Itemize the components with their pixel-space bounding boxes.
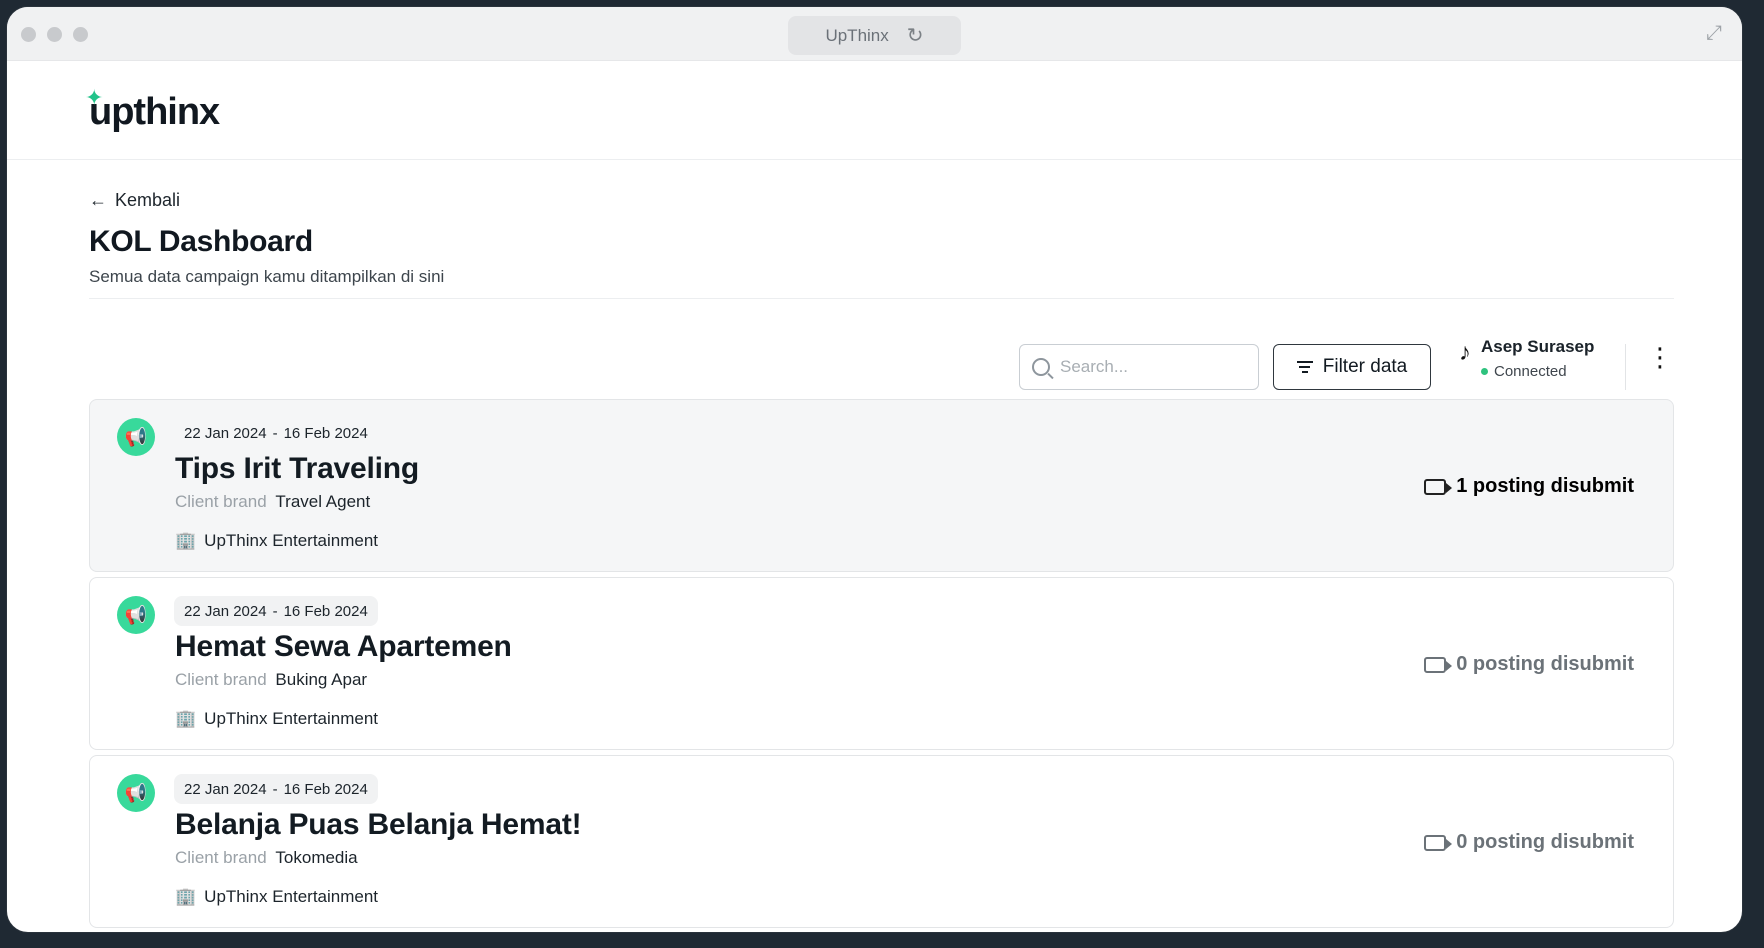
- zoom-window-button[interactable]: [73, 27, 88, 42]
- posting-count: 0 posting disubmit: [1424, 831, 1634, 854]
- sparkle-icon: ✦: [85, 85, 103, 110]
- filter-icon: [1296, 361, 1313, 373]
- browser-window: UpThinx ↻ ⤢ ✦ upthinx ← Kembali KOL Dash…: [6, 6, 1743, 933]
- filter-data-button[interactable]: Filter data: [1273, 344, 1431, 390]
- megaphone-icon: 📢: [117, 418, 155, 456]
- main-content: ← Kembali KOL Dashboard Semua data campa…: [89, 162, 1674, 932]
- agency-building-icon: 🏢: [175, 531, 197, 550]
- back-label: Kembali: [115, 190, 181, 210]
- search-icon: [1032, 358, 1050, 376]
- page-subtitle: Semua data campaign kamu ditampilkan di …: [89, 267, 445, 286]
- campaign-card[interactable]: 📢 22 Jan 2024 - 16 Feb 2024 Belanja Puas…: [89, 755, 1674, 928]
- posting-count-label: 0 posting disubmit: [1456, 653, 1634, 675]
- filter-label: Filter data: [1322, 356, 1408, 377]
- address-bar[interactable]: UpThinx ↻: [788, 16, 961, 55]
- start-date: 22 Jan 2024: [184, 602, 267, 620]
- client-brand-label: Client brand: [175, 670, 267, 689]
- client-brand-value: Tokomedia: [275, 848, 358, 867]
- account-name: Asep Surasep: [1481, 337, 1595, 356]
- client-brand: Client brand Tokomedia: [175, 848, 358, 868]
- agency: 🏢 UpThinx Entertainment: [175, 531, 378, 551]
- logo-text: upthinx: [89, 91, 220, 133]
- campaign-list: 📢 22 Jan 2024 - 16 Feb 2024 Tips Irit Tr…: [89, 399, 1674, 928]
- connected-status-dot: [1481, 368, 1488, 375]
- date-separator: -: [272, 602, 278, 620]
- minimize-window-button[interactable]: [47, 27, 62, 42]
- end-date: 16 Feb 2024: [283, 780, 368, 798]
- agency-building-icon: 🏢: [175, 887, 197, 906]
- divider: [1625, 344, 1626, 390]
- campaign-title: Hemat Sewa Apartemen: [175, 630, 512, 663]
- tiktok-icon: ♪: [1459, 339, 1471, 366]
- tab-title: UpThinx: [825, 25, 889, 45]
- start-date: 22 Jan 2024: [184, 780, 267, 798]
- agency-name: UpThinx Entertainment: [204, 531, 379, 550]
- client-brand-value: Travel Agent: [275, 492, 371, 511]
- video-upload-icon: [1424, 656, 1453, 673]
- agency-name: UpThinx Entertainment: [204, 709, 379, 728]
- video-upload-icon: [1424, 834, 1453, 851]
- client-brand-value: Buking Apar: [275, 670, 368, 689]
- campaign-dates: 22 Jan 2024 - 16 Feb 2024: [174, 774, 378, 804]
- account-status-label: Connected: [1494, 363, 1567, 380]
- posting-count: 0 posting disubmit: [1424, 653, 1634, 676]
- campaign-dates: 22 Jan 2024 - 16 Feb 2024: [174, 596, 378, 626]
- more-vertical-icon[interactable]: ⋮: [1647, 344, 1673, 370]
- search-box[interactable]: [1019, 344, 1259, 390]
- close-window-button[interactable]: [21, 27, 36, 42]
- arrow-left-icon: ←: [89, 190, 107, 210]
- toolbar: Filter data ♪ Asep Surasep Connected ⋮: [89, 299, 1674, 399]
- client-brand-label: Client brand: [175, 848, 267, 867]
- page-title: KOL Dashboard: [89, 225, 313, 258]
- megaphone-icon: 📢: [117, 774, 155, 812]
- end-date: 16 Feb 2024: [283, 602, 368, 620]
- date-separator: -: [272, 424, 278, 442]
- app-header: ✦ upthinx: [7, 61, 1742, 160]
- campaign-dates: 22 Jan 2024 - 16 Feb 2024: [174, 418, 378, 448]
- account-info[interactable]: ♪ Asep Surasep Connected: [1459, 337, 1594, 380]
- agency: 🏢 UpThinx Entertainment: [175, 709, 378, 729]
- start-date: 22 Jan 2024: [184, 424, 267, 442]
- campaign-card[interactable]: 📢 22 Jan 2024 - 16 Feb 2024 Tips Irit Tr…: [89, 399, 1674, 572]
- client-brand: Client brand Buking Apar: [175, 670, 367, 690]
- date-separator: -: [272, 780, 278, 798]
- search-input[interactable]: [1060, 357, 1240, 377]
- back-link[interactable]: ← Kembali: [89, 190, 1674, 211]
- posting-count: 1 posting disubmit: [1424, 475, 1634, 498]
- campaign-card[interactable]: 📢 22 Jan 2024 - 16 Feb 2024 Hemat Sewa A…: [89, 577, 1674, 750]
- posting-count-label: 1 posting disubmit: [1456, 475, 1634, 497]
- agency-name: UpThinx Entertainment: [204, 887, 379, 906]
- expand-icon[interactable]: ⤢: [1706, 22, 1722, 45]
- account-status: Connected: [1481, 363, 1594, 380]
- agency: 🏢 UpThinx Entertainment: [175, 887, 378, 907]
- upthinx-logo[interactable]: ✦ upthinx: [85, 85, 220, 134]
- megaphone-icon: 📢: [117, 596, 155, 634]
- reload-icon[interactable]: ↻: [907, 23, 924, 48]
- agency-building-icon: 🏢: [175, 709, 197, 728]
- client-brand: Client brand Travel Agent: [175, 492, 370, 512]
- campaign-title: Tips Irit Traveling: [175, 452, 420, 485]
- window-controls: [21, 27, 88, 42]
- browser-titlebar: UpThinx ↻ ⤢: [7, 7, 1742, 61]
- campaign-title: Belanja Puas Belanja Hemat!: [175, 808, 582, 841]
- video-upload-icon: [1424, 478, 1453, 495]
- client-brand-label: Client brand: [175, 492, 267, 511]
- posting-count-label: 0 posting disubmit: [1456, 831, 1634, 853]
- end-date: 16 Feb 2024: [283, 424, 368, 442]
